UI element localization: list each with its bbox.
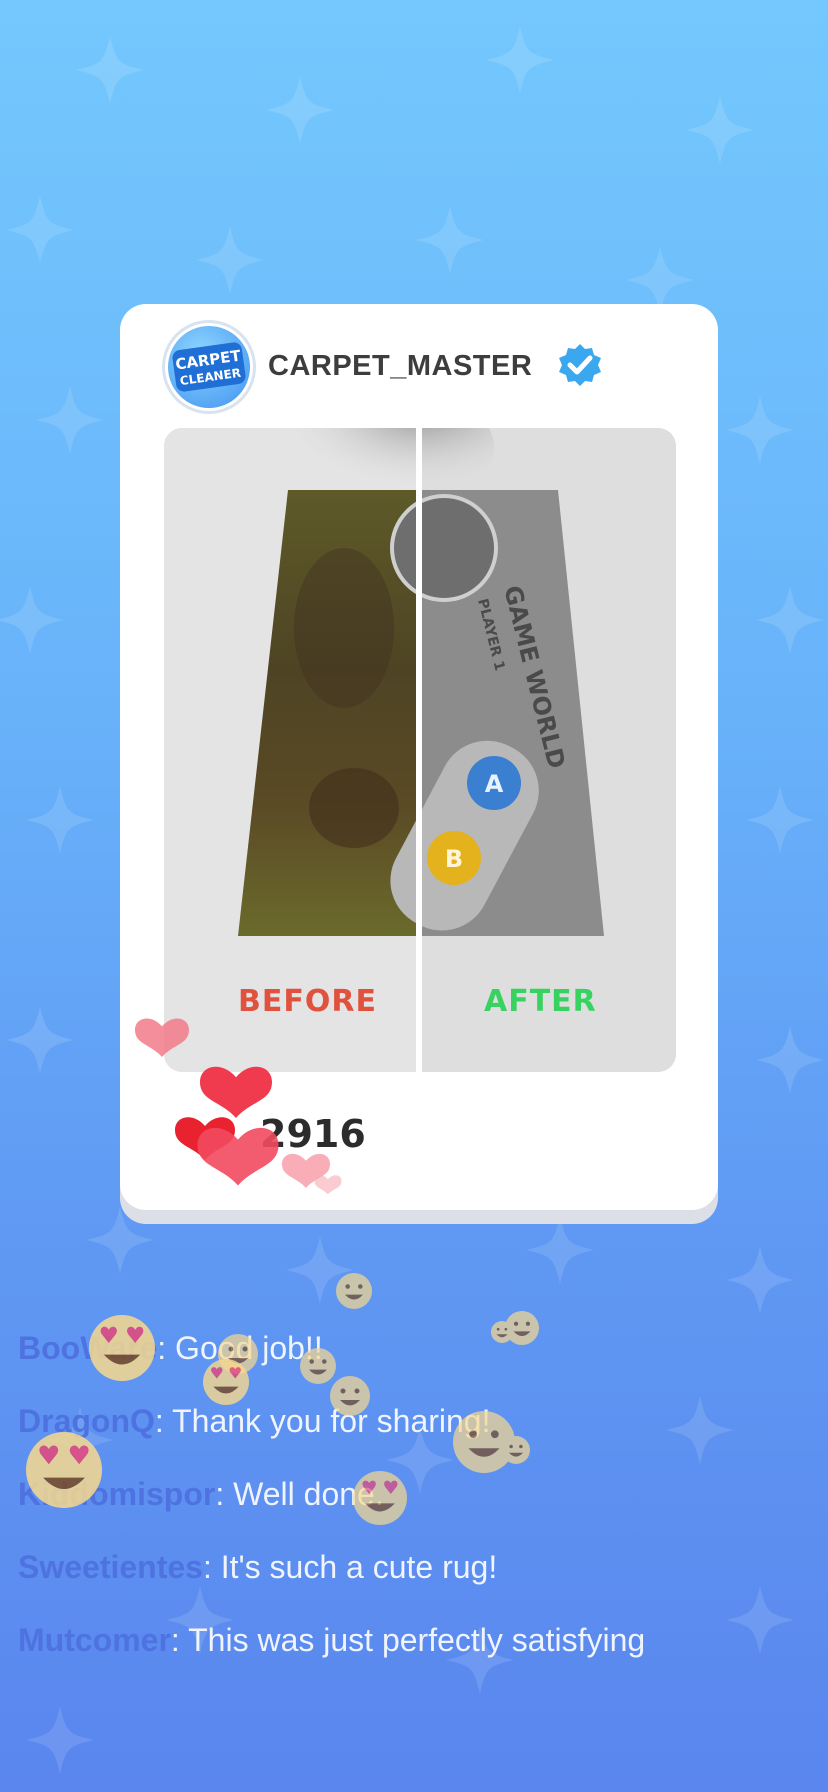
before-label: BEFORE — [238, 984, 377, 1019]
avatar-logo: CARPET CLEANER — [168, 326, 250, 408]
post-username[interactable]: CARPET_MASTER — [268, 350, 532, 383]
comment-item: Sweetientes: It's such a cute rug! — [18, 1531, 808, 1604]
comment-text: : Thank you for sharing! — [154, 1403, 491, 1439]
avatar[interactable]: CARPET CLEANER — [162, 320, 256, 414]
rug-button-a: A — [485, 770, 504, 798]
verified-badge-icon — [559, 344, 601, 386]
comment-text: : It's such a cute rug! — [202, 1549, 498, 1585]
rug-button-b: B — [445, 845, 463, 873]
comment-text: : Good job!! — [157, 1330, 323, 1366]
comment-item: Kiddomispor: Well done. — [18, 1458, 808, 1531]
carpet-cleaner-logo-icon: CARPET CLEANER — [172, 342, 246, 392]
comment-text: : This was just perfectly satisfying — [170, 1622, 646, 1658]
comment-username[interactable]: BooWare — [18, 1330, 157, 1366]
before-after-photo: GAME WORLD PLAYER 1 A B BEFORE AFTER — [164, 428, 676, 1072]
comment-item: Mutcomer: This was just perfectly satisf… — [18, 1604, 808, 1677]
comment-username[interactable]: Sweetientes — [18, 1549, 203, 1585]
comment-text: : Well done. — [215, 1476, 384, 1512]
comment-item: BooWare: Good job!! — [18, 1312, 808, 1385]
after-label: AFTER — [484, 984, 597, 1019]
post-card: CARPET CLEANER CARPET_MASTER GAME WORLD … — [120, 304, 718, 1210]
comment-username[interactable]: Mutcomer — [18, 1622, 171, 1658]
comment-list: BooWare: Good job!! DragonQ: Thank you f… — [18, 1312, 808, 1677]
comment-username[interactable]: DragonQ — [18, 1403, 155, 1439]
comment-item: DragonQ: Thank you for sharing! — [18, 1385, 808, 1458]
likes-count: 2916 — [260, 1112, 366, 1156]
comment-username[interactable]: Kiddomispor — [18, 1476, 215, 1512]
